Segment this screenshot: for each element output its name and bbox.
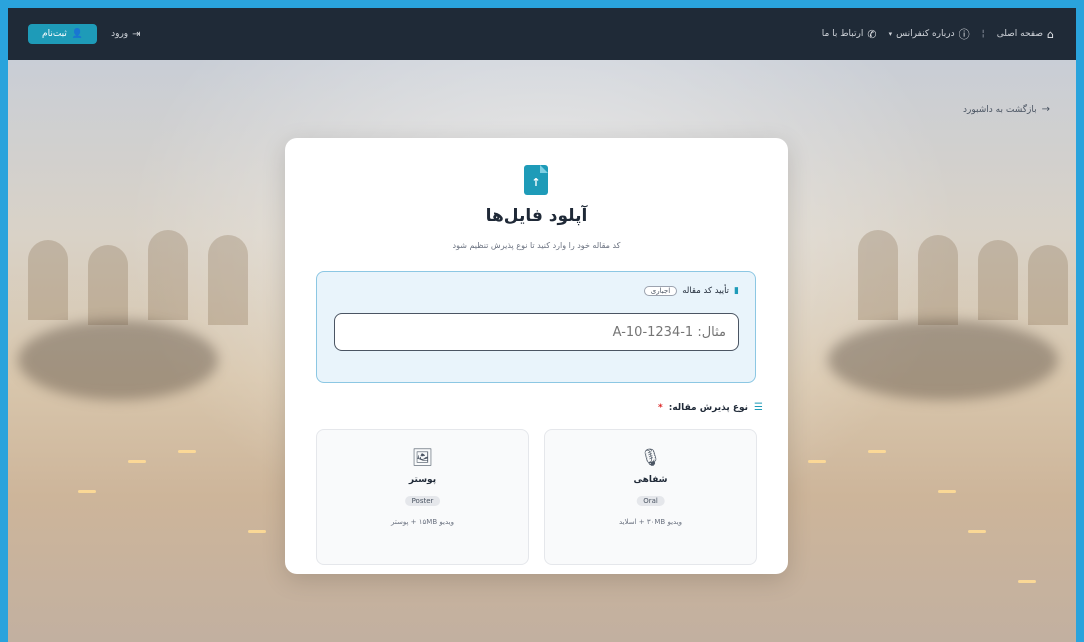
page-subtitle: کد مقاله خود را وارد کنید تا نوع پذیرش ت… xyxy=(452,241,621,250)
nav-about[interactable]: ⓘ درباره کنفرانس ▾ xyxy=(889,26,970,42)
bg-arch xyxy=(858,230,898,320)
article-code-label: ▮ تأیید کد مقاله اجباری xyxy=(643,286,739,296)
back-to-dashboard-link[interactable]: → بازگشت به داشبورد xyxy=(963,104,1050,115)
upload-arrow: ↑ xyxy=(531,176,541,189)
bg-tree xyxy=(18,320,218,400)
phone-icon: ✆ xyxy=(867,27,877,41)
nav-contact-label: ارتباط با ما xyxy=(821,29,864,39)
top-navbar: ⌂ صفحه اصلی ¦ ⓘ درباره کنفرانس ▾ ✆ ارتبا… xyxy=(8,8,1076,60)
bg-arch xyxy=(918,235,958,325)
bg-arch xyxy=(1028,245,1068,325)
bg-light xyxy=(128,460,146,463)
nav-home[interactable]: ⌂ صفحه اصلی xyxy=(997,28,1054,41)
add-user-icon: 👤 xyxy=(71,29,84,39)
bg-light xyxy=(938,490,956,493)
option-name: پوستر xyxy=(408,475,437,485)
option-poster[interactable]: 🖼 پوستر Poster ویدیو ۱۵MB + پوستر xyxy=(316,429,529,565)
nav-separator: ¦ xyxy=(981,29,985,39)
acceptance-type-label: ☰ نوع پذیرش مقاله: * xyxy=(658,402,763,413)
file-fold xyxy=(540,165,548,173)
bg-arch xyxy=(148,230,188,320)
bg-arch xyxy=(208,235,248,325)
bg-light xyxy=(78,490,96,493)
option-name: شفاهی xyxy=(633,475,668,485)
bg-light xyxy=(1018,580,1036,583)
bg-light xyxy=(968,530,986,533)
file-icon: ▮ xyxy=(734,286,739,296)
article-code-section: ▮ تأیید کد مقاله اجباری xyxy=(316,271,756,383)
option-description: ویدیو ۱۵MB + پوستر xyxy=(391,518,454,526)
arrow-right-icon: → xyxy=(1041,104,1050,115)
required-mark: * xyxy=(658,402,663,413)
nav-home-label: صفحه اصلی xyxy=(996,29,1044,39)
required-badge: اجباری xyxy=(643,286,678,296)
option-badge: Oral xyxy=(636,496,665,506)
bg-light xyxy=(178,450,196,453)
microphone-icon: 🎙 xyxy=(639,448,662,468)
login-icon: ⇥ xyxy=(132,28,141,40)
poster-icon: 🖼 xyxy=(411,448,434,468)
list-icon: ☰ xyxy=(754,402,763,413)
chevron-down-icon: ▾ xyxy=(888,30,893,38)
bg-arch xyxy=(28,240,68,320)
home-icon: ⌂ xyxy=(1047,27,1054,41)
signup-button[interactable]: 👤 ثبت‌نام xyxy=(28,24,98,44)
option-oral[interactable]: 🎙 شفاهی Oral ویدیو ۳۰MB + اسلاید xyxy=(544,429,757,565)
auth-links: ⇥ ورود 👤 ثبت‌نام xyxy=(28,24,141,44)
type-label-text: نوع پذیرش مقاله: xyxy=(668,402,749,413)
nav-contact[interactable]: ✆ ارتباط با ما xyxy=(822,28,877,41)
code-label-text: تأیید کد مقاله xyxy=(682,286,730,296)
file-upload-icon: ↑ xyxy=(524,165,548,195)
bg-light xyxy=(868,450,886,453)
bg-light xyxy=(248,530,266,533)
back-link-label: بازگشت به داشبورد xyxy=(963,104,1037,115)
app-frame: ⌂ صفحه اصلی ¦ ⓘ درباره کنفرانس ▾ ✆ ارتبا… xyxy=(8,8,1076,642)
bg-arch xyxy=(88,245,128,325)
nav-about-label: درباره کنفرانس xyxy=(896,29,955,39)
option-badge: Poster xyxy=(404,496,441,506)
bg-tree xyxy=(828,320,1058,400)
option-description: ویدیو ۳۰MB + اسلاید xyxy=(618,518,683,526)
nav-links: ⌂ صفحه اصلی ¦ ⓘ درباره کنفرانس ▾ ✆ ارتبا… xyxy=(822,26,1054,42)
login-link[interactable]: ⇥ ورود xyxy=(111,29,140,40)
bg-light xyxy=(808,460,826,463)
page-title: آپلود فایل‌ها xyxy=(485,206,588,226)
info-icon: ⓘ xyxy=(958,28,970,41)
article-code-input[interactable] xyxy=(334,313,739,351)
bg-arch xyxy=(978,240,1018,320)
login-label: ورود xyxy=(111,29,129,39)
upload-card: ↑ آپلود فایل‌ها کد مقاله خود را وارد کنی… xyxy=(285,138,788,574)
signup-label: ثبت‌نام xyxy=(42,29,67,39)
